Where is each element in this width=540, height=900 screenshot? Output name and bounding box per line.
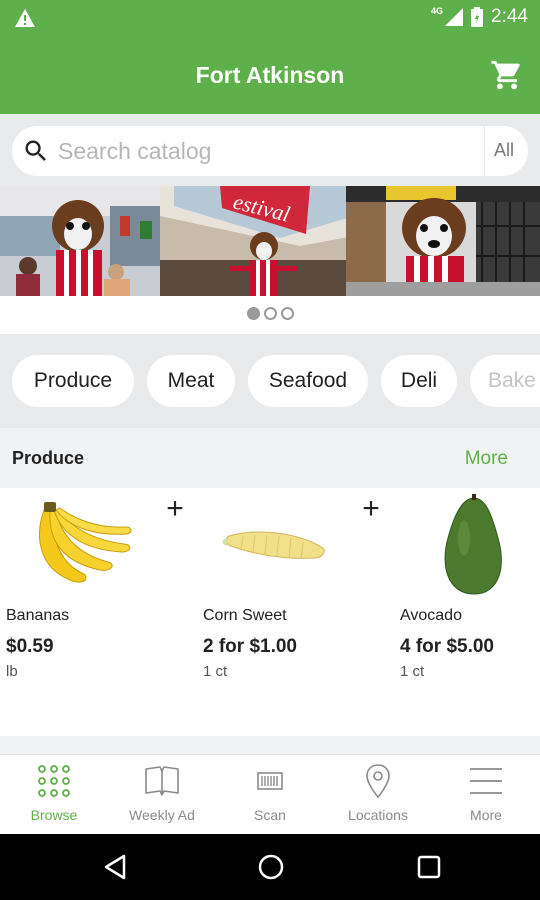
product-list: Bananas $0.59 lb + Corn Sweet 2 for $1.0… xyxy=(0,488,540,736)
carousel-indicator xyxy=(0,307,540,320)
product-unit: lb xyxy=(6,663,18,680)
store-title: Fort Atkinson xyxy=(195,62,345,88)
app-bar: Fort Atkinson xyxy=(0,38,540,114)
search-box[interactable]: All xyxy=(12,126,528,176)
carousel-dot-3[interactable] xyxy=(280,307,294,320)
nav-item-locations[interactable]: Locations xyxy=(324,755,432,835)
add-to-list-button[interactable]: + xyxy=(357,494,385,524)
nav-label: Weekly Ad xyxy=(129,807,195,823)
mascot-image xyxy=(346,186,540,296)
search-area: All xyxy=(0,114,540,186)
avocado-image xyxy=(444,494,502,595)
store-interior-image xyxy=(0,186,166,296)
network-type: 4G xyxy=(431,6,444,16)
category-chip-meat[interactable]: Meat xyxy=(147,355,235,407)
search-scope-button[interactable]: All xyxy=(494,140,514,161)
product-unit: 1 ct xyxy=(400,663,425,680)
status-bar: 4G 2:44 xyxy=(0,0,540,38)
nav-label: Locations xyxy=(348,807,408,823)
product-name: Corn Sweet xyxy=(203,607,287,624)
storefront-image: estival xyxy=(160,186,354,296)
barcode-icon xyxy=(257,772,283,790)
warning-icon xyxy=(15,9,35,27)
product-card-avocado[interactable]: Avocado 4 for $5.00 1 ct xyxy=(394,488,540,736)
section-header: Produce More xyxy=(0,428,540,488)
product-name: Bananas xyxy=(6,607,70,624)
carousel-dot-2[interactable] xyxy=(263,307,277,320)
recents-icon[interactable] xyxy=(414,852,444,882)
system-nav-bar xyxy=(0,834,540,900)
category-chip-bakery[interactable]: Bake xyxy=(470,355,540,407)
product-card-corn[interactable]: Corn Sweet 2 for $1.00 1 ct xyxy=(197,488,387,736)
product-price: 4 for $5.00 xyxy=(400,636,494,657)
category-chip-produce[interactable]: Produce xyxy=(12,355,134,407)
search-icon xyxy=(25,140,46,161)
product-price: 2 for $1.00 xyxy=(203,636,297,657)
carousel-slide-2[interactable]: estival xyxy=(160,186,354,296)
book-icon xyxy=(145,766,179,796)
category-chip-seafood[interactable]: Seafood xyxy=(248,355,368,407)
battery-icon xyxy=(471,7,484,27)
nav-item-scan[interactable]: Scan xyxy=(216,755,324,835)
bottom-nav: Browse Weekly Ad Scan Locations More xyxy=(0,754,540,834)
category-chip-deli[interactable]: Deli xyxy=(381,355,457,407)
promo-carousel[interactable]: estival xyxy=(0,186,540,296)
menu-icon xyxy=(470,768,502,794)
nav-item-more[interactable]: More xyxy=(432,755,540,835)
product-price: $0.59 xyxy=(6,636,54,657)
location-pin-icon xyxy=(366,764,390,799)
clock: 2:44 xyxy=(491,6,528,27)
back-icon[interactable] xyxy=(100,852,130,882)
nav-item-weekly-ad[interactable]: Weekly Ad xyxy=(108,755,216,835)
carousel-slide-3[interactable] xyxy=(346,186,540,296)
add-to-list-button[interactable]: + xyxy=(161,494,189,524)
product-unit: 1 ct xyxy=(203,663,228,680)
carousel-dot-1[interactable] xyxy=(246,307,260,320)
nav-label: Scan xyxy=(254,807,286,823)
section-more-link[interactable]: More xyxy=(465,448,508,470)
category-strip: Produce Meat Seafood Deli Bake xyxy=(0,334,540,428)
carousel-slide-1[interactable] xyxy=(0,186,166,296)
nav-item-browse[interactable]: Browse xyxy=(0,755,108,835)
search-divider xyxy=(484,126,485,176)
grid-icon xyxy=(38,765,70,797)
signal-icon xyxy=(445,8,464,26)
product-card-bananas[interactable]: Bananas $0.59 lb xyxy=(0,488,190,736)
home-icon[interactable] xyxy=(256,852,286,882)
nav-label: Browse xyxy=(30,807,78,823)
shopping-cart-icon[interactable] xyxy=(490,58,524,92)
nav-label: More xyxy=(470,807,502,823)
section-title: Produce xyxy=(12,448,85,468)
search-input[interactable] xyxy=(58,136,478,166)
section-separator xyxy=(0,736,540,754)
product-name: Avocado xyxy=(400,607,462,624)
